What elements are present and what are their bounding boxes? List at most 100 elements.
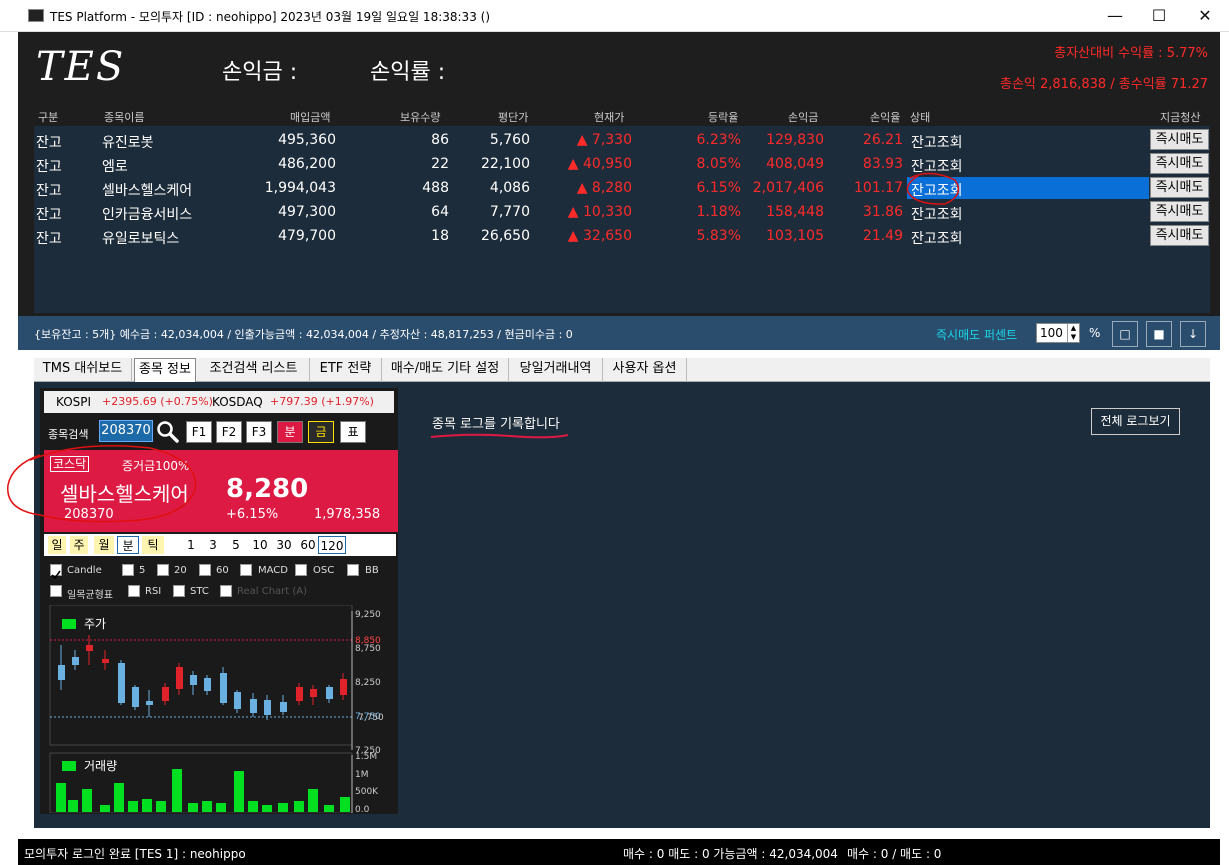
gold-button[interactable]: 금 xyxy=(308,421,334,443)
col-header: 손익금 xyxy=(788,111,819,124)
ma5-checkbox[interactable] xyxy=(122,564,134,576)
volume-bar xyxy=(308,789,318,812)
cell-name: 셀바스헬스케어 xyxy=(102,183,193,199)
table-row-selected[interactable]: 잔고 셀바스헬스케어 1,994,043 488 4,086 ▲ 8,280 6… xyxy=(18,176,1220,200)
tab-bar: TMS 대쉬보드 종목 정보 조건검색 리스트 ETF 전략 매수/매도 기타 … xyxy=(34,358,1210,382)
macd-checkbox[interactable] xyxy=(240,564,252,576)
cell-avg: 26,650 xyxy=(481,228,530,244)
stock-quote-box: 코스닥 증거금100% 셀바스헬스케어 8,280 208370 +6.15% … xyxy=(44,450,398,532)
volume-bar xyxy=(324,805,334,812)
interval-1[interactable]: 1 xyxy=(184,536,198,554)
scroll-down-button[interactable]: ↓ xyxy=(1180,321,1206,347)
cell-current: ▲ 8,280 xyxy=(576,180,632,196)
realchart-label: Real Chart (A) xyxy=(237,586,308,597)
period-month[interactable]: 월 xyxy=(94,536,114,554)
interval-60[interactable]: 60 xyxy=(298,536,318,554)
interval-5[interactable]: 5 xyxy=(229,536,243,554)
osc-checkbox[interactable] xyxy=(295,564,307,576)
table-button[interactable]: 표 xyxy=(340,421,366,443)
stock-code-input[interactable]: 208370 xyxy=(99,420,153,442)
candle-body xyxy=(264,700,271,715)
interval-10[interactable]: 10 xyxy=(250,536,270,554)
cell-status: 잔고조회 xyxy=(911,135,963,151)
tab-trade-settings[interactable]: 매수/매도 기타 설정 xyxy=(382,358,509,382)
ichimoku-checkbox[interactable] xyxy=(50,585,62,597)
minute-chart-button[interactable]: 분 xyxy=(277,421,303,443)
window-fill-button[interactable]: ■ xyxy=(1146,321,1172,347)
rsi-label: RSI xyxy=(145,586,162,597)
candle-body xyxy=(176,667,183,689)
period-week[interactable]: 주 xyxy=(70,536,88,554)
candle-body xyxy=(310,689,317,697)
tab-tms-dashboard[interactable]: TMS 대쉬보드 xyxy=(34,358,132,382)
cell-pl-rate: 31.86 xyxy=(862,204,903,220)
cell-qty: 18 xyxy=(431,228,449,244)
candle-checkbox[interactable] xyxy=(50,564,62,580)
cell-status: 잔고조회 xyxy=(911,231,963,247)
sell-now-button[interactable]: 즉시매도 xyxy=(1150,225,1209,246)
volume-bar xyxy=(340,797,350,812)
kosdaq-value: +797.39 (+1.97%) xyxy=(270,395,374,408)
search-icon[interactable] xyxy=(156,420,180,444)
col-header: 구분 xyxy=(38,111,59,124)
col-header: 보유수량 xyxy=(400,111,441,124)
volume-bar xyxy=(248,801,258,812)
candle-body xyxy=(102,659,109,663)
period-day[interactable]: 일 xyxy=(48,536,66,554)
bb-checkbox[interactable] xyxy=(347,564,359,576)
f2-button[interactable]: F2 xyxy=(216,421,242,443)
period-tick[interactable]: 틱 xyxy=(142,536,164,554)
tab-daily-trades[interactable]: 당일거래내역 xyxy=(509,358,603,382)
underline-annotation xyxy=(430,433,569,439)
pl-rate-label: 손익률 : xyxy=(370,60,446,85)
candle-body xyxy=(118,663,125,703)
ma20-checkbox[interactable] xyxy=(157,564,169,576)
table-row[interactable]: 잔고 유일로보틱스 479,700 18 26,650 ▲ 32,650 5.8… xyxy=(18,224,1220,248)
ma60-checkbox[interactable] xyxy=(199,564,211,576)
kospi-value: +2395.69 (+0.75%) xyxy=(102,395,213,408)
stepper-arrows-icon[interactable]: ▲ ▼ xyxy=(1067,324,1079,342)
cell-status: 잔고조회 xyxy=(911,159,963,175)
close-button[interactable]: ✕ xyxy=(1182,4,1228,28)
table-row[interactable]: 잔고 엠로 486,200 22 22,100 ▲ 40,950 8.05% 4… xyxy=(18,152,1220,176)
candle-body xyxy=(326,687,333,699)
interval-30[interactable]: 30 xyxy=(274,536,294,554)
tab-user-options[interactable]: 사용자 옵션 xyxy=(603,358,687,382)
tab-etf-strategy[interactable]: ETF 전략 xyxy=(310,358,382,382)
col-header: 상태 xyxy=(910,111,931,124)
sell-percent-stepper[interactable]: 100 ▲ ▼ xyxy=(1036,323,1080,343)
stc-checkbox[interactable] xyxy=(173,585,185,597)
cell-buy: 1,994,043 xyxy=(264,180,336,196)
f3-button[interactable]: F3 xyxy=(246,421,272,443)
tab-condition-search[interactable]: 조건검색 리스트 xyxy=(198,358,310,382)
kospi-label: KOSPI xyxy=(56,395,92,409)
total-pl: 총손익 2,816,838 / 총수익률 71.27 xyxy=(999,77,1208,92)
volume-bar xyxy=(56,783,66,812)
sell-now-button[interactable]: 즉시매도 xyxy=(1150,201,1209,222)
sell-now-button[interactable]: 즉시매도 xyxy=(1150,177,1209,198)
volume-bar xyxy=(216,803,226,812)
period-minute[interactable]: 분 xyxy=(117,536,139,554)
table-row[interactable]: 잔고 인카금융서비스 497,300 64 7,770 ▲ 10,330 1.1… xyxy=(18,200,1220,224)
window-restore-button[interactable]: □ xyxy=(1112,321,1138,347)
view-all-logs-button[interactable]: 전체 로그보기 xyxy=(1091,408,1180,435)
minimize-button[interactable]: — xyxy=(1092,4,1138,28)
cell-avg: 5,760 xyxy=(489,132,530,148)
sell-now-button[interactable]: 즉시매도 xyxy=(1150,153,1209,174)
realchart-checkbox[interactable] xyxy=(220,585,232,597)
rsi-checkbox[interactable] xyxy=(128,585,140,597)
tab-stock-info[interactable]: 종목 정보 xyxy=(134,358,196,382)
interval-3[interactable]: 3 xyxy=(206,536,220,554)
cell-pl: 408,049 xyxy=(766,156,824,172)
order-counts: 매수 : 0 / 매도 : 0 xyxy=(847,847,942,861)
maximize-button[interactable]: ☐ xyxy=(1136,4,1182,28)
sell-now-button[interactable]: 즉시매도 xyxy=(1150,129,1209,150)
cell-buy: 479,700 xyxy=(278,228,336,244)
tes-logo: TES xyxy=(36,44,126,90)
f1-button[interactable]: F1 xyxy=(186,421,212,443)
cell-pl-rate: 26.21 xyxy=(862,132,903,148)
cell-current: ▲ 10,330 xyxy=(567,204,632,220)
interval-120[interactable]: 120 xyxy=(318,536,346,554)
table-row[interactable]: 잔고 유진로봇 495,360 86 5,760 ▲ 7,330 6.23% 1… xyxy=(18,128,1220,152)
cell-name: 인카금융서비스 xyxy=(102,207,193,223)
